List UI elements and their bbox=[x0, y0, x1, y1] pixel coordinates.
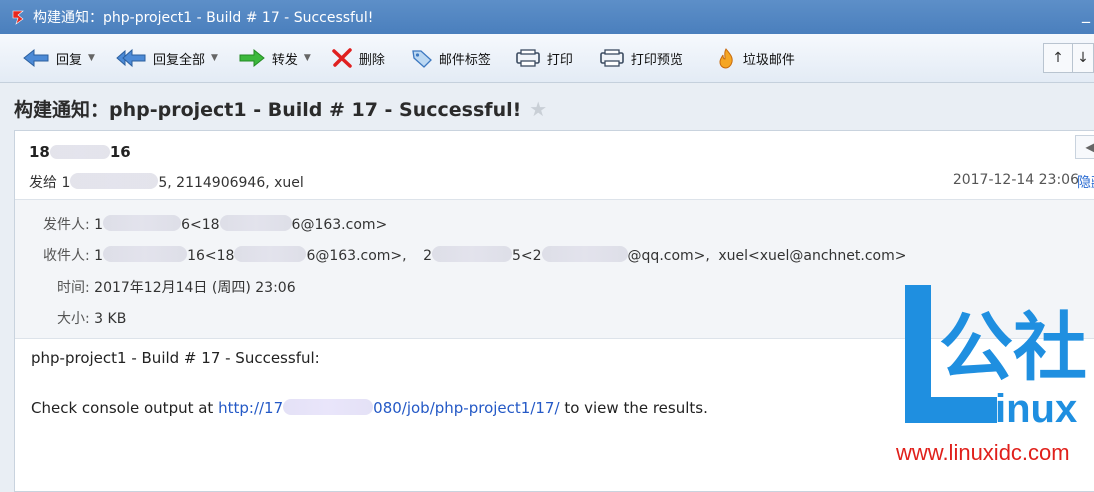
print-label: 打印 bbox=[546, 52, 573, 68]
window-titlebar: 构建通知：php-project1 - Build # 17 - Success… bbox=[0, 0, 1094, 34]
size-row: 大小: 3 KB bbox=[57, 308, 126, 328]
redaction-blur bbox=[541, 246, 628, 262]
recipients-summary: 发给 1 5, 2114906946, xuel bbox=[29, 172, 304, 192]
sender-name-part: 18 bbox=[29, 143, 50, 161]
star-icon[interactable]: ★ bbox=[529, 97, 547, 121]
watermark-url: www.linuxidc.com bbox=[896, 440, 1070, 465]
arrow-up-icon: ↑ bbox=[1052, 50, 1064, 66]
print-preview-label: 打印预览 bbox=[630, 52, 683, 68]
body-line-1: php-project1 - Build # 17 - Successful: bbox=[31, 349, 320, 367]
reply-all-button[interactable]: 回复全部 ▼ bbox=[109, 43, 224, 73]
next-mail-button[interactable]: ↓ bbox=[1073, 43, 1094, 73]
arrow-down-icon: ↓ bbox=[1077, 50, 1089, 66]
subject-row: 构建通知：php-project1 - Build # 17 - Success… bbox=[14, 95, 547, 122]
reply-dropdown-icon[interactable]: ▼ bbox=[88, 53, 95, 63]
reply-label: 回复 bbox=[56, 52, 83, 68]
watermark-chars: 公社 bbox=[939, 305, 1087, 391]
quick-reply-button[interactable]: ◀ bbox=[1075, 135, 1094, 159]
from-value: 6<18 bbox=[181, 217, 220, 233]
redaction-blur bbox=[432, 246, 512, 262]
console-output-link[interactable]: http://17 080/job/php-project1/17/ bbox=[218, 399, 560, 417]
time-label: 时间: bbox=[57, 280, 90, 296]
size-label: 大小: bbox=[57, 311, 90, 327]
reply-all-arrow-icon bbox=[116, 48, 146, 68]
reply-small-icon: ◀ bbox=[1085, 140, 1094, 154]
redaction-blur bbox=[70, 173, 159, 189]
linuxidc-logo-icon: 公社 inux bbox=[905, 285, 1087, 431]
tag-icon bbox=[412, 50, 432, 68]
redaction-blur bbox=[103, 246, 188, 262]
recipients-summary-label: 发给 1 bbox=[29, 175, 71, 191]
mail-nav-buttons: ↑ ↓ bbox=[1043, 43, 1094, 73]
from-label: 发件人: bbox=[43, 217, 90, 233]
to-email[interactable]: xuel<xuel@anchnet.com> bbox=[718, 248, 906, 264]
app-logo-icon bbox=[12, 10, 24, 25]
window-title: 构建通知：php-project1 - Build # 17 - Success… bbox=[33, 10, 374, 26]
to-value: 16<18 bbox=[187, 248, 235, 264]
forward-label: 转发 bbox=[271, 52, 298, 68]
watermark-logo: 公社 inux bbox=[905, 285, 1093, 431]
hide-details-label: 隐藏 bbox=[1077, 175, 1094, 191]
flame-icon bbox=[719, 48, 733, 69]
reply-arrow-icon bbox=[23, 48, 49, 68]
sender-name-part: 16 bbox=[109, 143, 131, 161]
delete-label: 删除 bbox=[358, 52, 385, 68]
reply-all-label: 回复全部 bbox=[152, 52, 205, 68]
recipients-summary-list: 5, 2114906946, xuel bbox=[158, 175, 304, 191]
from-value: 1 bbox=[94, 217, 104, 233]
redaction-blur bbox=[283, 399, 374, 415]
tag-label: 邮件标签 bbox=[438, 52, 491, 68]
redaction-blur bbox=[234, 246, 307, 262]
body-text-segment: to view the results. bbox=[564, 399, 708, 417]
hide-details-link[interactable]: 隐藏 bbox=[1077, 172, 1094, 192]
reply-button[interactable]: 回复 ▼ bbox=[16, 43, 101, 73]
printer-icon bbox=[516, 49, 540, 67]
minimize-button[interactable]: _ bbox=[1082, 4, 1090, 23]
forward-arrow-icon bbox=[239, 48, 265, 68]
previous-mail-button[interactable]: ↑ bbox=[1043, 43, 1073, 73]
print-button[interactable]: 打印 bbox=[509, 43, 579, 73]
mail-subject: 构建通知：php-project1 - Build # 17 - Success… bbox=[14, 99, 522, 121]
forward-button[interactable]: 转发 ▼ bbox=[232, 43, 317, 73]
to-value: 2 bbox=[423, 248, 432, 264]
delete-button[interactable]: 删除 bbox=[325, 43, 391, 73]
body-line-2: Check console output at http://17 080/job… bbox=[31, 399, 708, 417]
link-text-segment: 080/job/php-project1/17/ bbox=[373, 399, 560, 417]
time-row: 时间: 2017年12月14日 (周四) 23:06 bbox=[57, 277, 296, 297]
to-row: 收件人: 1 16<18 6@163.com>, 2 5<2 @qq.com>, xue… bbox=[43, 245, 906, 265]
mail-date: 2017-12-14 23:06 bbox=[952, 172, 1079, 188]
size-value: 3 KB bbox=[94, 311, 127, 327]
redaction-blur bbox=[49, 145, 110, 159]
print-preview-icon bbox=[600, 49, 624, 67]
to-label: 收件人: bbox=[43, 248, 90, 264]
forward-dropdown-icon[interactable]: ▼ bbox=[304, 53, 311, 63]
from-row: 发件人: 1 6<18 6@163.com> bbox=[43, 214, 387, 234]
reply-all-dropdown-icon[interactable]: ▼ bbox=[211, 53, 218, 63]
to-email[interactable]: 6@163.com>, bbox=[306, 248, 406, 264]
delete-x-icon bbox=[332, 48, 352, 68]
from-email[interactable]: 6@163.com> bbox=[292, 217, 388, 233]
tag-button[interactable]: 邮件标签 bbox=[405, 43, 497, 73]
watermark-inux: inux bbox=[995, 387, 1077, 425]
sender-name[interactable]: 18 16 bbox=[29, 143, 131, 161]
link-text-segment: http://17 bbox=[218, 399, 284, 417]
spam-button[interactable]: 垃圾邮件 bbox=[709, 43, 801, 73]
mail-toolbar: 回复 ▼ 回复全部 ▼ 转发 ▼ 删除 邮件标签 打印 打印预览 垃圾邮件 ↑ … bbox=[0, 34, 1094, 83]
to-value: 5<2 bbox=[512, 248, 542, 264]
time-value: 2017年12月14日 (周四) 23:06 bbox=[94, 280, 296, 296]
body-text-segment: Check console output at bbox=[31, 399, 214, 417]
to-email[interactable]: @qq.com>, bbox=[628, 248, 710, 264]
spam-label: 垃圾邮件 bbox=[742, 52, 795, 68]
print-preview-button[interactable]: 打印预览 bbox=[593, 43, 689, 73]
to-value: 1 bbox=[94, 248, 104, 264]
redaction-blur bbox=[219, 215, 292, 231]
redaction-blur bbox=[103, 215, 182, 231]
